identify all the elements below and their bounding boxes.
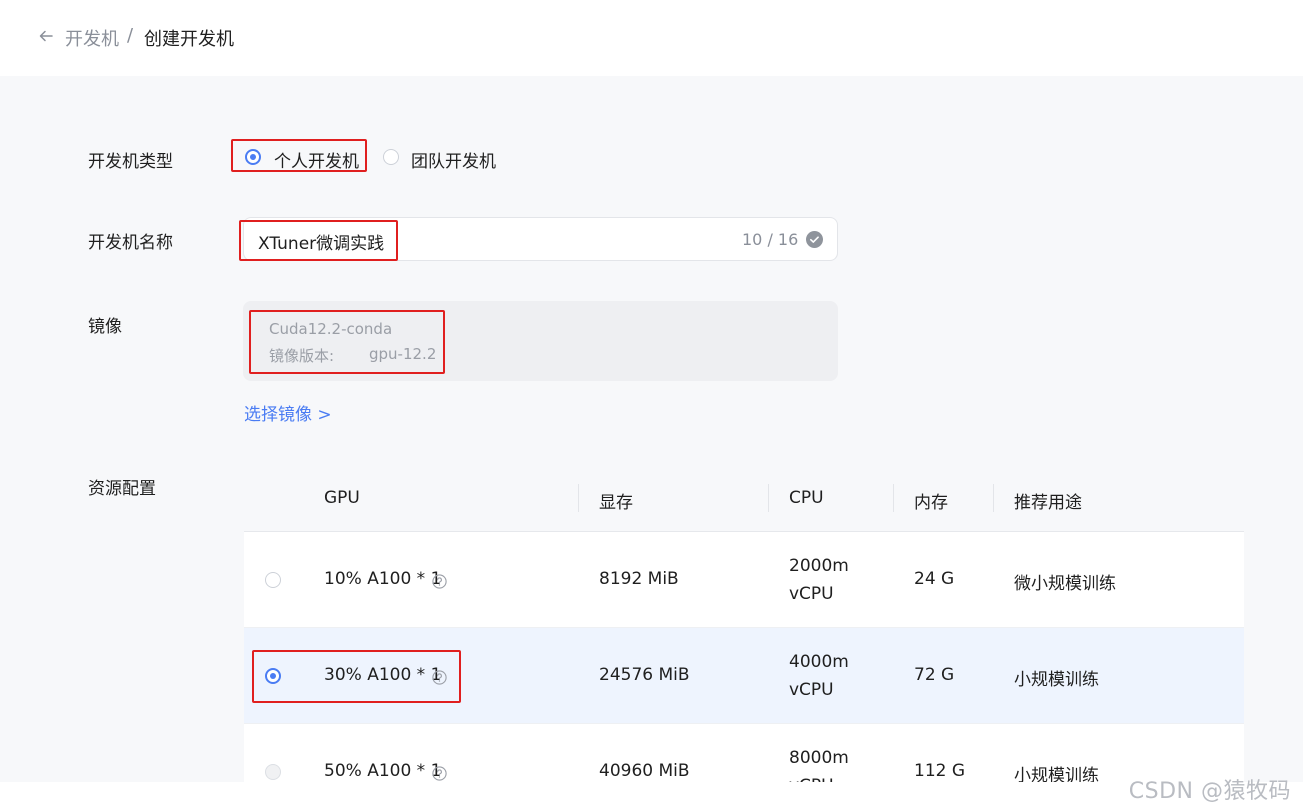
col-gpu: GPU <box>324 488 360 508</box>
dev-name-label: 开发机名称 <box>88 233 173 253</box>
col-divider <box>993 484 994 512</box>
cell-usage: 微小规模训练 <box>1014 574 1116 594</box>
image-label: 镜像 <box>88 317 122 337</box>
row-radio[interactable] <box>265 764 281 780</box>
radio-team-label[interactable]: 团队开发机 <box>411 147 496 172</box>
back-arrow-icon[interactable] <box>37 27 55 45</box>
cell-usage: 小规模训练 <box>1014 766 1099 782</box>
page-header: 开发机 / 创建开发机 <box>0 0 1303 76</box>
cell-gpu: 10% A100 * 1 <box>324 569 442 589</box>
dev-type-label: 开发机类型 <box>88 152 173 172</box>
dev-name-value[interactable]: XTuner微调实践 <box>258 229 384 254</box>
col-usage: 推荐用途 <box>1014 493 1082 513</box>
row-radio[interactable] <box>265 668 281 684</box>
row-radio[interactable] <box>265 572 281 588</box>
col-vram: 显存 <box>599 493 633 513</box>
resource-label: 资源配置 <box>88 479 156 499</box>
check-circle-icon <box>806 231 823 248</box>
cell-cpu-value: 8000m <box>789 748 849 768</box>
watermark: CSDN @猿牧码 <box>1128 779 1291 804</box>
cell-cpu-unit: vCPU <box>789 772 834 782</box>
footer-strip <box>0 782 1303 811</box>
cell-memory: 72 G <box>914 665 955 685</box>
question-circle-icon[interactable] <box>432 574 447 589</box>
col-cpu: CPU <box>789 488 824 508</box>
cell-usage: 小规模训练 <box>1014 670 1099 690</box>
cell-cpu-unit: vCPU <box>789 680 834 700</box>
col-divider <box>893 484 894 512</box>
cell-cpu-unit: vCPU <box>789 584 834 604</box>
cell-vram: 40960 MiB <box>599 761 690 781</box>
radio-team[interactable] <box>383 149 399 165</box>
table-row[interactable]: 10% A100 * 1 8192 MiB 2000m vCPU 24 G 微小… <box>244 532 1244 628</box>
cell-gpu: 30% A100 * 1 <box>324 665 442 685</box>
cell-vram: 8192 MiB <box>599 569 679 589</box>
image-name: Cuda12.2-conda <box>269 320 393 338</box>
cell-vram: 24576 MiB <box>599 665 690 685</box>
table-row-selected[interactable]: 30% A100 * 1 24576 MiB 4000m vCPU 72 G 小… <box>244 628 1244 724</box>
question-circle-icon[interactable] <box>432 670 447 685</box>
table-header: GPU 显存 CPU 内存 推荐用途 <box>244 464 1244 532</box>
cell-memory: 24 G <box>914 569 955 589</box>
question-circle-icon[interactable] <box>432 766 447 781</box>
select-image-link[interactable]: 选择镜像 > <box>244 400 332 425</box>
cell-cpu-value: 4000m <box>789 652 849 672</box>
cell-memory: 112 G <box>914 761 966 781</box>
table-row[interactable]: 50% A100 * 1 40960 MiB 8000m vCPU 112 G … <box>244 724 1244 782</box>
col-memory: 内存 <box>914 493 948 513</box>
resource-table: GPU 显存 CPU 内存 推荐用途 10% A100 * 1 8192 MiB… <box>244 464 1244 782</box>
breadcrumb-parent-link[interactable]: 开发机 <box>65 25 119 51</box>
image-info-box <box>243 301 838 381</box>
col-divider <box>578 484 579 512</box>
dev-name-char-count: 10 / 16 <box>742 230 799 249</box>
cell-cpu-value: 2000m <box>789 556 849 576</box>
image-version-value: gpu-12.2 <box>369 345 437 363</box>
radio-personal-label[interactable]: 个人开发机 <box>274 147 359 172</box>
col-divider <box>768 484 769 512</box>
breadcrumb-separator: / <box>127 25 134 46</box>
breadcrumb-current: 创建开发机 <box>144 29 234 50</box>
radio-personal[interactable] <box>245 149 261 165</box>
image-version-label: 镜像版本: <box>269 347 335 365</box>
cell-gpu: 50% A100 * 1 <box>324 761 442 781</box>
